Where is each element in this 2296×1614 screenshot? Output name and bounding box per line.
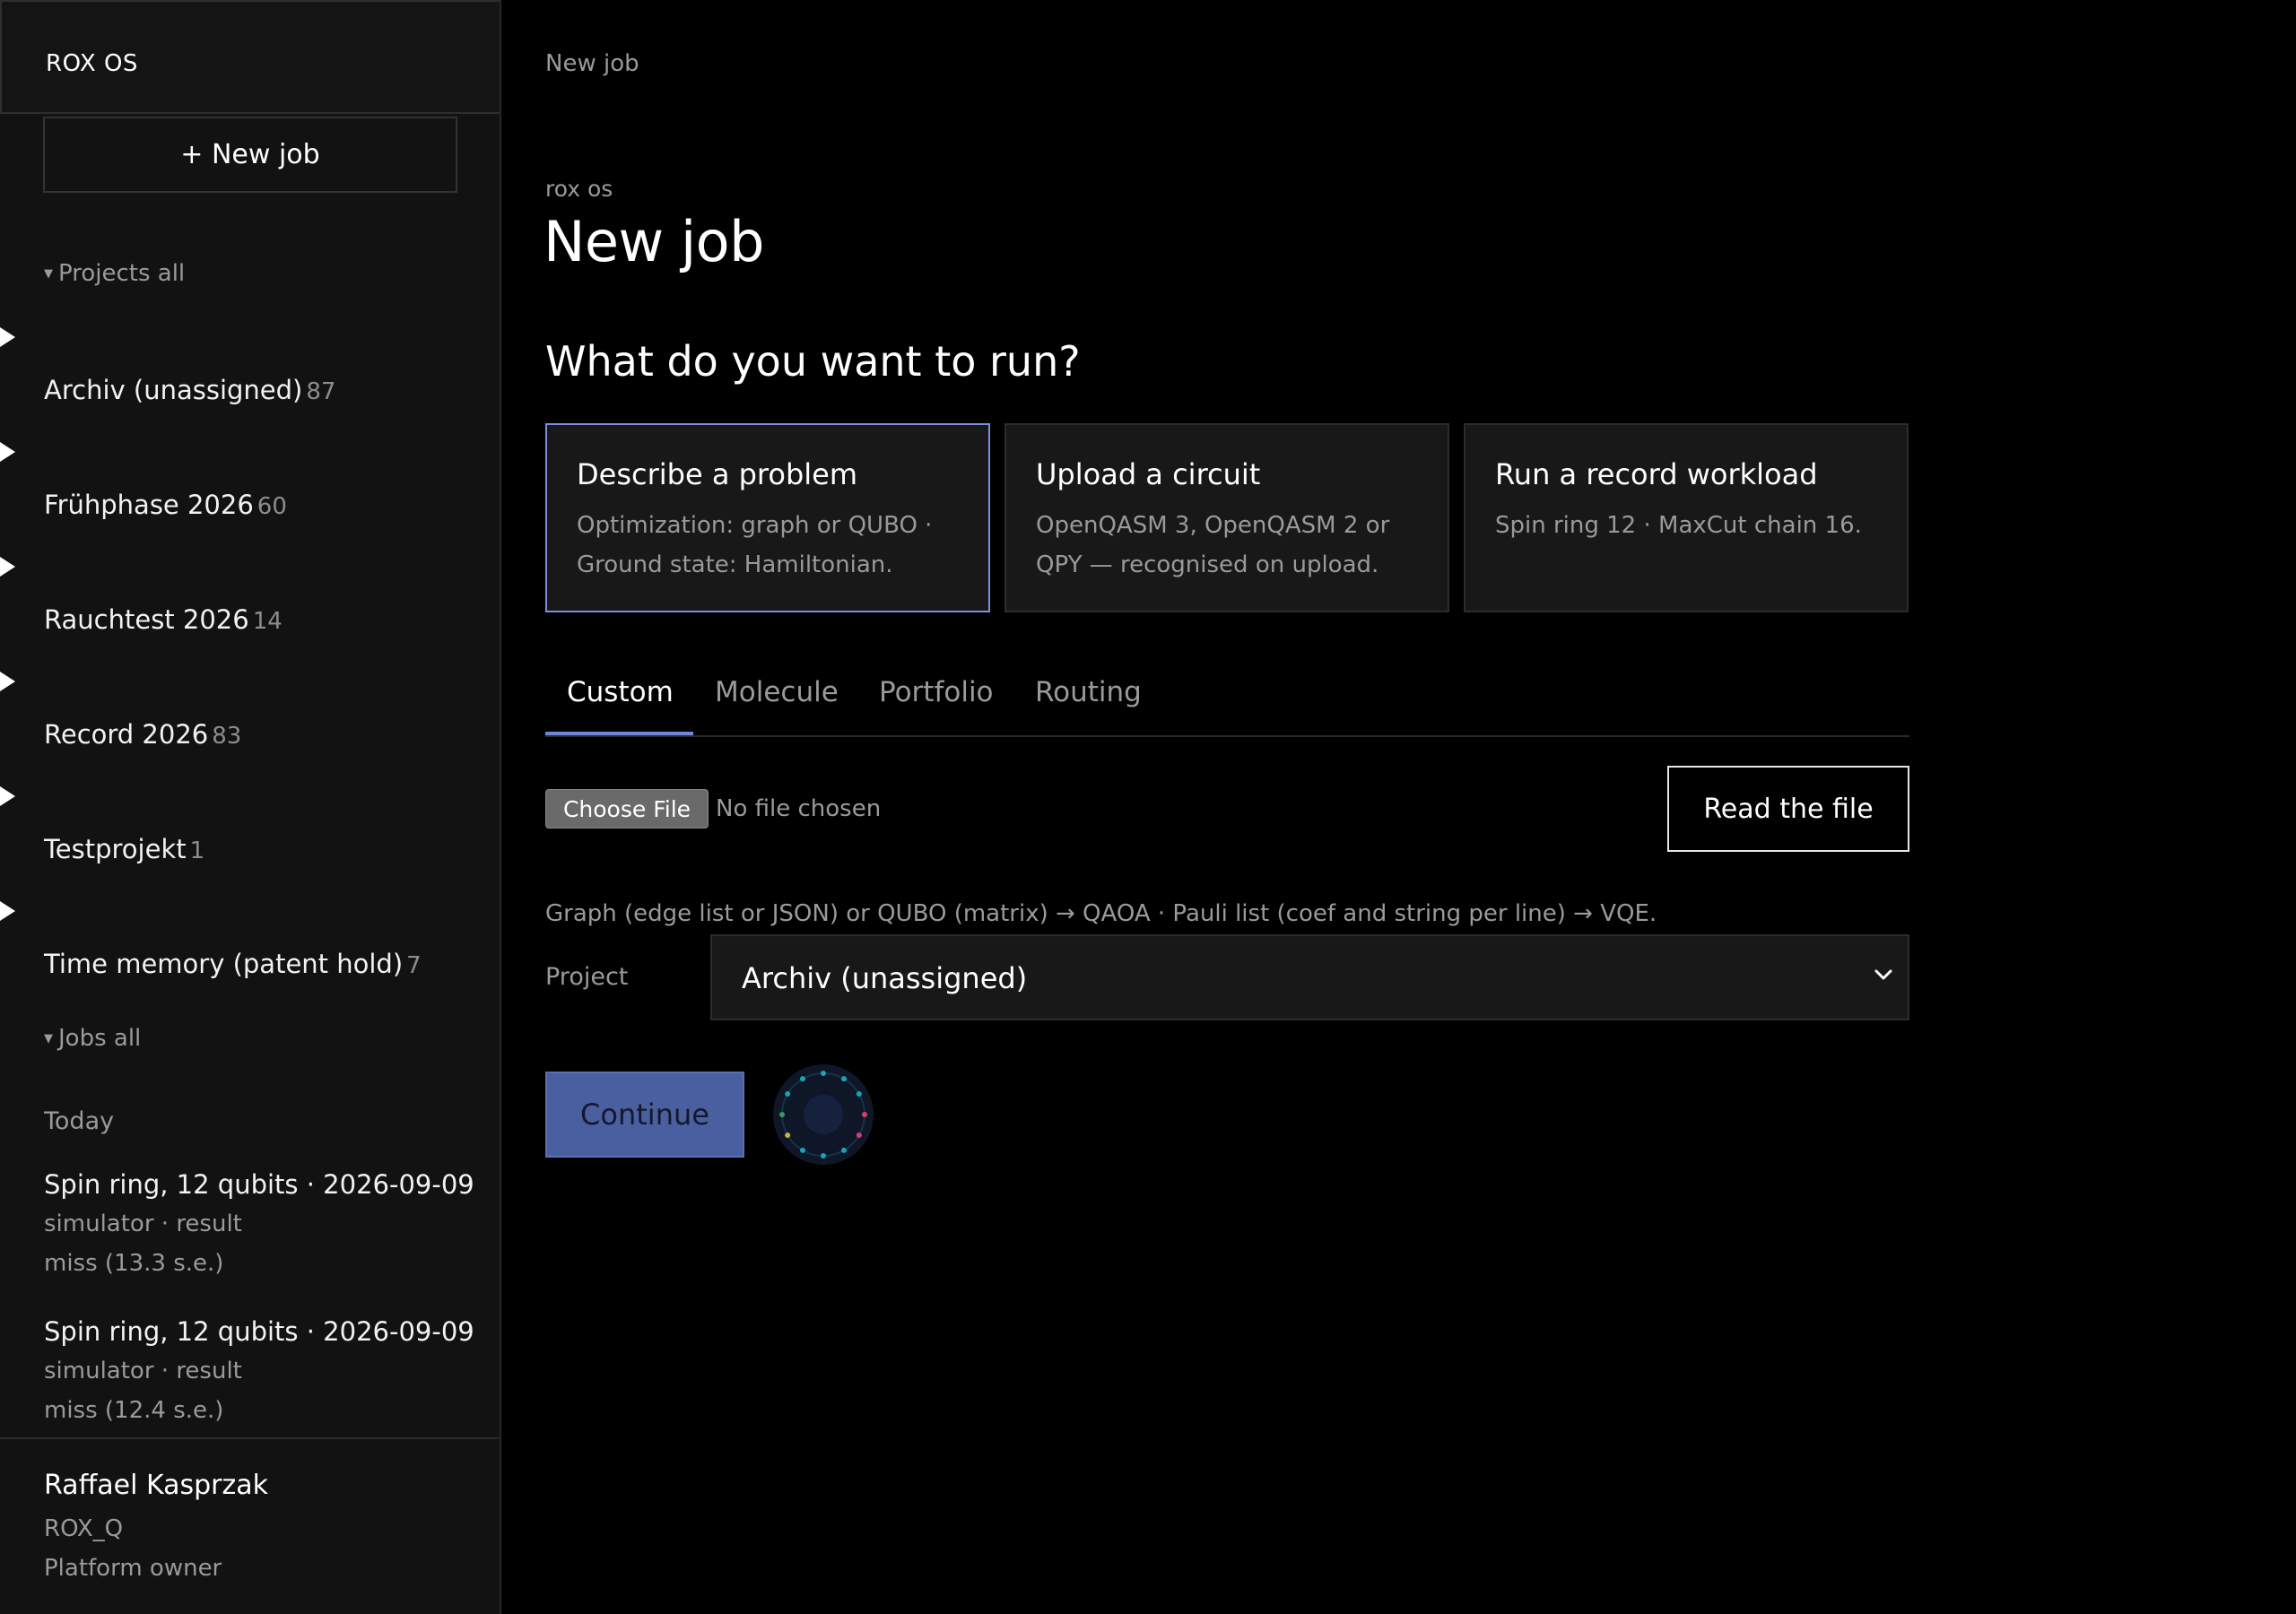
project-select[interactable]: Archiv (unassigned) bbox=[710, 934, 1909, 1020]
spinner-dot bbox=[856, 1091, 862, 1097]
jobs-group-label: Today bbox=[44, 1107, 115, 1135]
card-description: Optimization: graph or QUBO · Ground sta… bbox=[577, 512, 933, 578]
sidebar-project-item[interactable]: Testprojekt 1 bbox=[44, 834, 204, 864]
loading-spinner-icon bbox=[773, 1064, 874, 1165]
spinner-dot bbox=[862, 1112, 867, 1117]
user-profile[interactable]: Raffael Kasprzak ROX_Q Platform owner bbox=[0, 1437, 500, 1614]
chevron-down-icon bbox=[1874, 969, 1892, 980]
tab-routing[interactable]: Routing bbox=[1035, 676, 1142, 708]
sidebar-job-item[interactable]: Spin ring, 12 qubits · 2026-09-09 simula… bbox=[44, 1165, 483, 1283]
problem-tabs: Custom Molecule Portfolio Routing bbox=[545, 664, 1909, 737]
user-org: ROX_Q bbox=[44, 1515, 124, 1542]
file-status: No file chosen bbox=[716, 795, 882, 822]
sidebar-job-item[interactable]: Spin ring, 12 qubits · 2026-09-09 simula… bbox=[44, 1312, 483, 1430]
sidebar: ROX OS + New job ▼ Projects all Archiv (u… bbox=[0, 0, 501, 1614]
choose-file-button[interactable]: Choose File bbox=[545, 789, 709, 829]
expand-arrow-icon[interactable] bbox=[0, 327, 15, 347]
spinner-dot bbox=[785, 1132, 791, 1138]
card-upload-circuit[interactable]: Upload a circuit OpenQASM 3, OpenQASM 2 … bbox=[1004, 423, 1449, 612]
project-count: 83 bbox=[212, 723, 242, 750]
spinner-dot bbox=[779, 1112, 785, 1117]
page-title: New job bbox=[544, 209, 764, 274]
projects-toggle-label: Projects all bbox=[58, 260, 186, 287]
continue-button[interactable]: Continue bbox=[545, 1072, 744, 1158]
job-meta: simulator · result bbox=[44, 1358, 242, 1384]
sidebar-project-item[interactable]: Archiv (unassigned) 87 bbox=[44, 375, 335, 405]
project-label: Project bbox=[545, 963, 629, 991]
card-title: Upload a circuit bbox=[1036, 457, 1261, 491]
spinner-dot bbox=[800, 1076, 805, 1082]
spinner-dot bbox=[841, 1076, 847, 1082]
expand-arrow-icon[interactable] bbox=[0, 786, 15, 806]
card-description: OpenQASM 3, OpenQASM 2 or QPY — recognis… bbox=[1036, 512, 1390, 578]
project-select-value: Archiv (unassigned) bbox=[742, 961, 1028, 995]
job-result: miss (12.4 s.e.) bbox=[44, 1397, 224, 1424]
card-title: Run a record workload bbox=[1495, 457, 1818, 491]
project-name: Record 2026 bbox=[44, 719, 209, 750]
spinner-dot bbox=[821, 1153, 826, 1158]
expand-arrow-icon[interactable] bbox=[0, 901, 15, 921]
app-root: ROX OS + New job ▼ Projects all Archiv (u… bbox=[0, 0, 2296, 1614]
sidebar-project-item[interactable]: Time memory (patent hold) 7 bbox=[44, 949, 422, 979]
project-name: Rauchtest 2026 bbox=[44, 604, 249, 635]
caret-down-icon: ▼ bbox=[44, 267, 53, 281]
tab-molecule[interactable]: Molecule bbox=[715, 676, 839, 708]
format-hint: Graph (edge list or JSON) or QUBO (matri… bbox=[545, 900, 1657, 927]
projects-toggle[interactable]: ▼ Projects all bbox=[44, 260, 185, 287]
expand-arrow-icon[interactable] bbox=[0, 672, 15, 691]
project-name: Time memory (patent hold) bbox=[44, 949, 404, 979]
job-meta: simulator · result bbox=[44, 1210, 242, 1237]
active-tab-indicator bbox=[545, 732, 693, 735]
user-role: Platform owner bbox=[44, 1555, 222, 1582]
spinner-dot bbox=[785, 1091, 791, 1097]
project-count: 14 bbox=[252, 608, 283, 635]
spinner-dot bbox=[800, 1147, 805, 1153]
expand-arrow-icon[interactable] bbox=[0, 557, 15, 577]
jobs-toggle-label: Jobs all bbox=[58, 1025, 142, 1052]
brand-name: ROX OS bbox=[46, 50, 138, 77]
card-describe-problem[interactable]: Describe a problem Optimization: graph o… bbox=[545, 423, 990, 612]
card-description: Spin ring 12 · MaxCut chain 16. bbox=[1495, 512, 1862, 539]
sidebar-project-item[interactable]: Frühphase 2026 60 bbox=[44, 490, 287, 520]
card-record-workload[interactable]: Run a record workload Spin ring 12 · Max… bbox=[1464, 423, 1909, 612]
job-result: miss (13.3 s.e.) bbox=[44, 1250, 224, 1277]
sidebar-project-item[interactable]: Record 2026 83 bbox=[44, 719, 241, 750]
project-name: Archiv (unassigned) bbox=[44, 375, 303, 405]
spinner-dot bbox=[821, 1071, 826, 1076]
spinner-dot bbox=[841, 1147, 847, 1153]
project-count: 7 bbox=[406, 952, 422, 979]
sidebar-project-item[interactable]: Rauchtest 2026 14 bbox=[44, 604, 283, 635]
project-count: 87 bbox=[306, 378, 336, 405]
spinner-dot bbox=[856, 1132, 862, 1138]
section-heading: What do you want to run? bbox=[545, 337, 1081, 386]
user-name: Raffael Kasprzak bbox=[44, 1470, 268, 1501]
brand-header[interactable]: ROX OS bbox=[0, 0, 500, 114]
read-file-button[interactable]: Read the file bbox=[1667, 766, 1909, 852]
card-title: Describe a problem bbox=[577, 457, 857, 491]
tab-portfolio[interactable]: Portfolio bbox=[879, 676, 994, 708]
page-eyebrow: rox os bbox=[545, 176, 613, 202]
job-title: Spin ring, 12 qubits · 2026-09-09 bbox=[44, 1316, 474, 1347]
project-name: Testprojekt bbox=[44, 834, 187, 864]
tab-custom[interactable]: Custom bbox=[567, 676, 674, 708]
expand-arrow-icon[interactable] bbox=[0, 442, 15, 462]
project-count: 1 bbox=[189, 837, 205, 864]
jobs-toggle[interactable]: ▼ Jobs all bbox=[44, 1025, 141, 1052]
new-job-button[interactable]: + New job bbox=[43, 117, 457, 193]
job-title: Spin ring, 12 qubits · 2026-09-09 bbox=[44, 1169, 474, 1200]
run-type-cards: Describe a problem Optimization: graph o… bbox=[545, 423, 1909, 612]
caret-down-icon: ▼ bbox=[44, 1032, 53, 1046]
project-name: Frühphase 2026 bbox=[44, 490, 254, 520]
project-count: 60 bbox=[257, 493, 287, 520]
breadcrumb: New job bbox=[545, 50, 639, 77]
